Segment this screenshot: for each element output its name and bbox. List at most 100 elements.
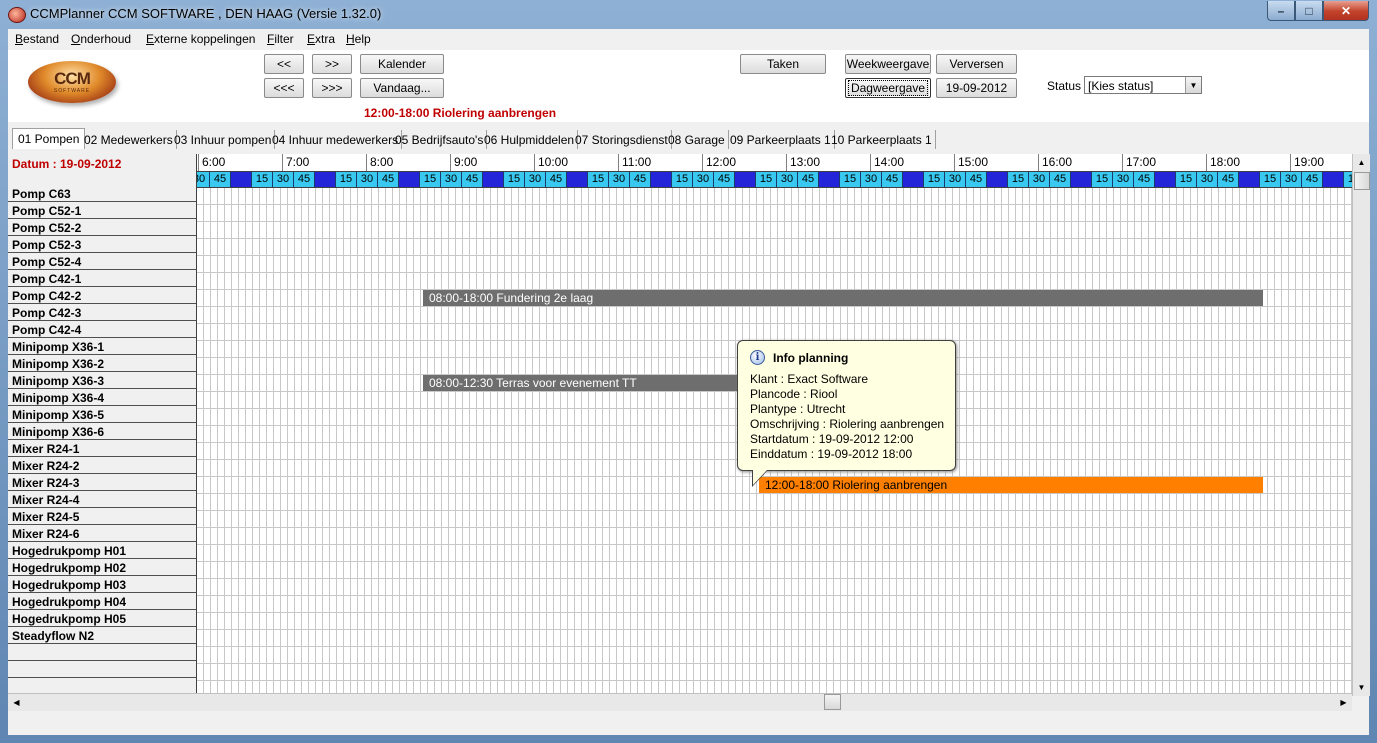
resource-row[interactable]: Minipomp X36-3	[8, 373, 196, 389]
resource-row[interactable]: Pomp C52-3	[8, 237, 196, 253]
tab-parkeerplaats-1b[interactable]: 10 Parkeerplaats 1	[831, 130, 936, 149]
quarter-cell: 45	[462, 172, 483, 187]
resource-row[interactable]: Pomp C42-1	[8, 271, 196, 287]
hour-label: 11:00	[618, 154, 702, 171]
scroll-left-icon[interactable]: ◀	[8, 694, 25, 711]
status-select[interactable]: [Kies status] ▼	[1084, 76, 1202, 94]
tab-storingsdienst[interactable]: 07 Storingsdienst	[575, 130, 672, 149]
tab-garage[interactable]: 08 Garage	[668, 130, 729, 149]
resource-row[interactable]: Minipomp X36-4	[8, 390, 196, 406]
taken-button[interactable]: Taken	[740, 54, 826, 74]
quarter-cell: 45	[378, 172, 399, 187]
chevron-down-icon[interactable]: ▼	[1185, 77, 1201, 93]
quarter-cell: 30	[441, 172, 462, 187]
resource-row[interactable]: Hogedrukpomp H02	[8, 560, 196, 576]
resource-row[interactable]: Mixer R24-3	[8, 475, 196, 491]
booking-bar[interactable]: 12:00-18:00 Riolering aanbrengen	[759, 477, 1263, 493]
resource-row[interactable]: Minipomp X36-6	[8, 424, 196, 440]
resource-row[interactable]: Steadyflow N2	[8, 628, 196, 644]
resource-row[interactable]: Pomp C42-2	[8, 288, 196, 304]
booking-bar[interactable]: 08:00-18:00 Fundering 2e laag	[423, 290, 1263, 306]
resource-row[interactable]: Minipomp X36-5	[8, 407, 196, 423]
resource-row[interactable]: Hogedrukpomp H01	[8, 543, 196, 559]
quarter-cell	[1071, 172, 1092, 187]
menu-onderhoud[interactable]: Onderhoud	[71, 32, 131, 46]
prev-button[interactable]: <<	[264, 54, 304, 74]
quarter-cell: 30	[693, 172, 714, 187]
horizontal-scroll-thumb[interactable]	[824, 694, 841, 710]
menu-bar: Bestand Onderhoud Externe koppelingen Fi…	[8, 29, 1369, 49]
date-button[interactable]: 19-09-2012	[936, 78, 1017, 98]
quarter-cell: 30	[273, 172, 294, 187]
scroll-right-icon[interactable]: ▶	[1335, 694, 1352, 711]
quarter-cell: 45	[1302, 172, 1323, 187]
status-select-value: [Kies status]	[1088, 79, 1154, 93]
resource-row-empty[interactable]	[8, 645, 196, 661]
vertical-scrollbar[interactable]: ▲ ▼	[1352, 154, 1370, 696]
verversen-button[interactable]: Verversen	[936, 54, 1017, 74]
resource-row[interactable]: Mixer R24-5	[8, 509, 196, 525]
resource-row[interactable]: Pomp C42-4	[8, 322, 196, 338]
menu-extra[interactable]: Extra	[307, 32, 335, 46]
weekweergave-button[interactable]: Weekweergave	[845, 54, 931, 74]
resource-row[interactable]: Mixer R24-1	[8, 441, 196, 457]
resource-row[interactable]: Minipomp X36-1	[8, 339, 196, 355]
tab-hulpmiddelen[interactable]: 06 Hulpmiddelen	[484, 130, 579, 149]
quarter-cell: 15	[588, 172, 609, 187]
menu-bestand[interactable]: Bestand	[15, 32, 59, 46]
resource-row[interactable]: Pomp C52-1	[8, 203, 196, 219]
resource-row[interactable]: Hogedrukpomp H03	[8, 577, 196, 593]
minimize-button[interactable]: –	[1267, 1, 1295, 21]
quarter-cell: 45	[630, 172, 651, 187]
horizontal-scrollbar[interactable]: ◀ ▶	[8, 693, 1352, 711]
resource-row[interactable]: Mixer R24-4	[8, 492, 196, 508]
info-planning-tooltip: i Info planning Klant : Exact Software P…	[737, 340, 956, 487]
vertical-scroll-thumb[interactable]	[1354, 172, 1370, 190]
ccm-logo: CCM SOFTWARE	[28, 61, 116, 103]
hour-label: 13:00	[786, 154, 870, 171]
status-area	[8, 711, 1369, 735]
scroll-up-icon[interactable]: ▲	[1353, 154, 1370, 171]
resource-row[interactable]: Mixer R24-2	[8, 458, 196, 474]
logo-text: CCM	[54, 69, 91, 88]
tab-parkeerplaats-1[interactable]: 09 Parkeerplaats 1	[730, 130, 835, 149]
resource-row[interactable]: Pomp C42-3	[8, 305, 196, 321]
next-far-button[interactable]: >>>	[312, 78, 352, 98]
resource-row[interactable]: Pomp C63	[8, 186, 196, 202]
close-button[interactable]: ✕	[1323, 1, 1369, 21]
hour-label: 19:00	[1290, 154, 1353, 171]
vandaag-button[interactable]: Vandaag...	[360, 78, 444, 98]
tooltip-title: Info planning	[773, 350, 849, 365]
next-button[interactable]: >>	[312, 54, 352, 74]
tab-pompen[interactable]: 01 Pompen	[12, 128, 86, 149]
resource-row[interactable]: Hogedrukpomp H04	[8, 594, 196, 610]
quarter-cell: 45	[1218, 172, 1239, 187]
quarter-cell	[1323, 172, 1344, 187]
menu-filter[interactable]: Filter	[267, 32, 294, 46]
resource-row-empty[interactable]	[8, 662, 196, 678]
info-icon: i	[750, 350, 765, 365]
dagweergave-button[interactable]: Dagweergave	[845, 78, 931, 98]
app-icon[interactable]	[8, 7, 26, 23]
resource-row[interactable]: Minipomp X36-2	[8, 356, 196, 372]
prev-far-button[interactable]: <<<	[264, 78, 304, 98]
quarter-cell: 30	[861, 172, 882, 187]
quarter-cell: 30	[357, 172, 378, 187]
tab-inhuur-pompen[interactable]: 03 Inhuur pompen	[174, 130, 276, 149]
resource-row[interactable]: Pomp C52-4	[8, 254, 196, 270]
resource-row[interactable]: Mixer R24-6	[8, 526, 196, 542]
tab-medewerkers[interactable]: 02 Medewerkers	[84, 130, 177, 149]
kalender-button[interactable]: Kalender	[360, 54, 444, 74]
scroll-down-icon[interactable]: ▼	[1353, 679, 1370, 696]
menu-externe-koppelingen[interactable]: Externe koppelingen	[146, 32, 255, 46]
resource-row[interactable]: Pomp C52-2	[8, 220, 196, 236]
maximize-button[interactable]: □	[1295, 1, 1323, 21]
menu-help[interactable]: Help	[346, 32, 371, 46]
tooltip-einddatum: Einddatum : 19-09-2012 18:00	[750, 447, 913, 461]
quarter-cell: 30	[1113, 172, 1134, 187]
tab-inhuur-medewerkers[interactable]: 04 Inhuur medewerkers	[272, 130, 403, 149]
quarter-cell: 45	[966, 172, 987, 187]
quarter-cell: 15	[756, 172, 777, 187]
resource-row[interactable]: Hogedrukpomp H05	[8, 611, 196, 627]
tab-bedrijfsautos[interactable]: 05 Bedrijfsauto's	[395, 130, 488, 149]
